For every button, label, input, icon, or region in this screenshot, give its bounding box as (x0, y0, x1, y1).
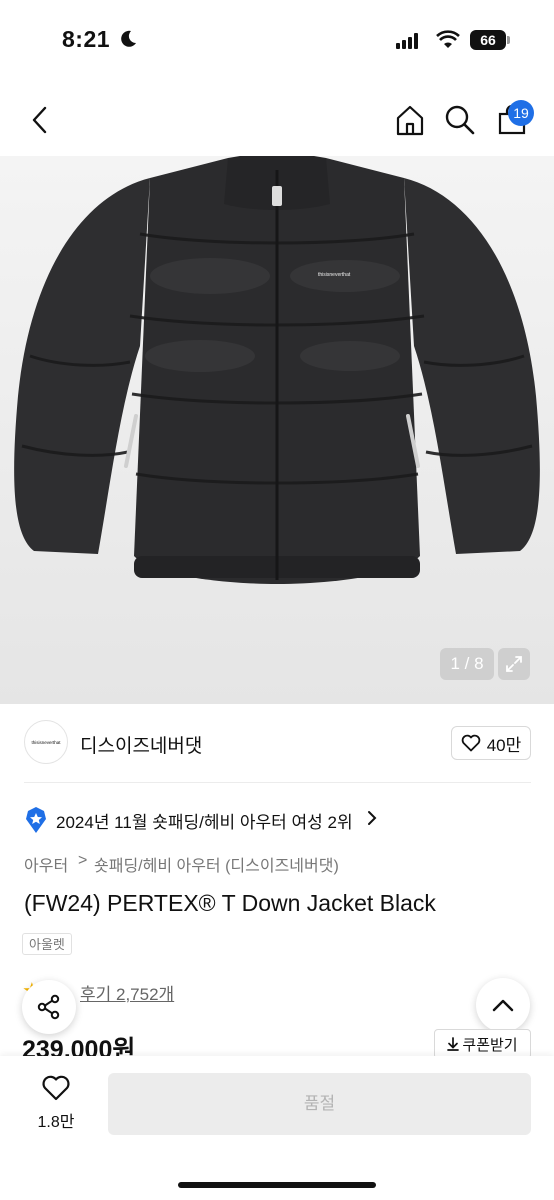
jacket-print-text: thisisneverthat (318, 272, 351, 278)
status-time: 8:21 (62, 26, 111, 52)
wishlist-button[interactable] (36, 1074, 76, 1104)
cart-count-badge: 19 (508, 100, 534, 126)
ranking-badge-icon (26, 807, 46, 833)
battery-tip (507, 36, 510, 44)
moon-icon (121, 30, 136, 47)
brand-like-count: 40만 (486, 735, 522, 755)
download-icon (447, 1037, 460, 1051)
coupon-label: 쿠폰받기 (462, 1036, 518, 1054)
back-button[interactable] (20, 100, 60, 140)
home-button[interactable] (390, 100, 430, 140)
home-icon (396, 105, 424, 136)
search-button[interactable] (440, 100, 480, 140)
breadcrumb-outer[interactable]: 아우터 (24, 852, 68, 876)
brand-name[interactable]: 디스이즈네버댓 (80, 731, 202, 758)
brand-logo[interactable]: thisisneverthat (24, 720, 68, 764)
battery-indicator: 66 (470, 30, 506, 50)
chevron-right-icon (368, 811, 377, 825)
divider (24, 782, 531, 783)
home-indicator (178, 1182, 376, 1188)
breadcrumb-separator: > (78, 852, 88, 869)
chevron-up-icon (492, 999, 514, 1012)
heart-icon (42, 1075, 70, 1101)
chevron-left-icon (32, 106, 47, 134)
expand-icon (506, 656, 522, 672)
breadcrumb-category[interactable]: 숏패딩/헤비 아우터 (디스이즈네버댓) (94, 852, 339, 876)
heart-icon (461, 734, 481, 752)
outlet-tag: 아울렛 (22, 933, 72, 955)
product-image-gallery[interactable]: thisisneverthat (0, 156, 554, 704)
wifi-icon (436, 30, 460, 48)
ranking-link[interactable]: 2024년 11월 숏패딩/헤비 아우터 여성 2위 (56, 808, 353, 833)
jacket-image (14, 156, 540, 584)
wishlist-count: 1.8만 (37, 1114, 75, 1131)
signal-icon (396, 33, 420, 49)
search-icon (445, 105, 475, 135)
sold-out-button[interactable]: 품절 (108, 1073, 531, 1135)
expand-button[interactable] (498, 648, 530, 680)
review-link[interactable]: 후기 2,752개 (80, 980, 174, 1005)
brand-like-button[interactable]: 40만 (451, 726, 531, 760)
product-title: (FW24) PERTEX® T Down Jacket Black (24, 890, 436, 916)
share-button[interactable] (22, 980, 76, 1034)
share-icon (37, 994, 60, 1020)
scroll-top-button[interactable] (476, 978, 530, 1032)
coupon-button[interactable]: 쿠폰받기 (434, 1029, 531, 1059)
image-counter: 1 / 8 (440, 648, 494, 680)
